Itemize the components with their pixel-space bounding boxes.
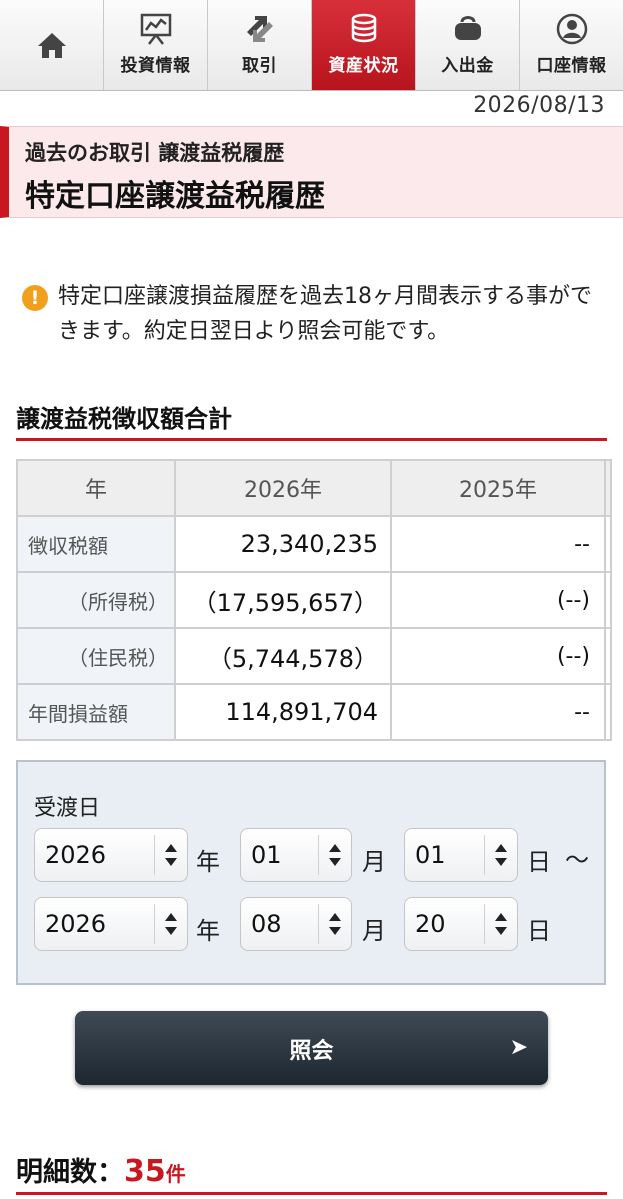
tab-label: 取引 (242, 56, 277, 76)
day-unit: 日 (527, 917, 551, 945)
tab-account-info[interactable]: 口座情報 (520, 0, 623, 90)
range-separator: 〜 (565, 846, 589, 874)
current-date: 2026/08/13 (473, 93, 605, 118)
section-divider (16, 1192, 607, 1195)
date-range-form: 受渡日 2026 年 01 月 01 日 〜 2026 年 08 月 20 日 (16, 760, 606, 985)
result-count-value: 35 (124, 1154, 166, 1189)
cell-2026: （5,744,578） (174, 627, 392, 685)
select-value: 01 (415, 841, 446, 869)
updown-arrows-icon (154, 835, 187, 875)
coin-stack-icon (351, 13, 376, 43)
month-unit: 月 (362, 848, 386, 876)
row-label: 徴収税額 (16, 515, 176, 573)
to-day-select[interactable]: 20 (404, 897, 518, 951)
row-label: （所得税） (16, 571, 176, 629)
user-icon (556, 13, 587, 45)
tax-summary-table: 年 2026年 2025年 徴収税額 23,340,235 -- （所得税） （… (16, 459, 612, 741)
row-label: 年間損益額 (16, 683, 176, 741)
trade-arrows-icon (246, 16, 273, 42)
table-row: 年間損益額 114,891,704 -- (16, 683, 612, 741)
tab-home[interactable] (0, 0, 104, 90)
wallet-icon (454, 16, 481, 40)
cell-2025: (--) (390, 627, 606, 685)
cell-overflow (604, 627, 612, 685)
cell-overflow (604, 683, 612, 741)
tab-assets[interactable]: 資産状況 (312, 0, 416, 90)
select-value: 2026 (45, 910, 107, 938)
table-row: 徴収税額 23,340,235 -- (16, 515, 612, 573)
select-value: 01 (251, 841, 282, 869)
chart-board-icon (140, 13, 171, 45)
month-unit: 月 (362, 917, 386, 945)
delivery-date-label: 受渡日 (34, 796, 101, 821)
tab-trade[interactable]: 取引 (208, 0, 312, 90)
from-month-select[interactable]: 01 (240, 828, 352, 882)
row-label: （住民税） (16, 627, 176, 685)
from-day-select[interactable]: 01 (404, 828, 518, 882)
tab-label: 入出金 (441, 56, 494, 76)
updown-arrows-icon (484, 835, 517, 875)
cell-2026: （17,595,657） (174, 571, 392, 629)
updown-arrows-icon (318, 835, 351, 875)
select-value: 08 (251, 910, 282, 938)
year-unit: 年 (196, 917, 220, 945)
cell-overflow (604, 515, 612, 573)
cell-2025: (--) (390, 571, 606, 629)
result-count-unit: 件 (165, 1162, 186, 1186)
year-unit: 年 (196, 848, 220, 876)
page-header: 過去のお取引 譲渡益税履歴 特定口座譲渡益税履歴 (0, 126, 623, 218)
tab-label: 投資情報 (120, 56, 191, 76)
cell-2026: 114,891,704 (174, 683, 392, 741)
column-header: 2026年 (174, 459, 392, 517)
column-header: 2025年 (390, 459, 606, 517)
notice-text: 特定口座譲渡損益履歴を過去18ヶ月間表示する事ができます。約定日翌日より照会可能… (58, 284, 592, 344)
tab-label: 口座情報 (536, 56, 607, 76)
exclamation-icon: ! (22, 285, 48, 311)
day-unit: 日 (527, 848, 551, 876)
section-divider (16, 438, 607, 441)
breadcrumb: 過去のお取引 譲渡益税履歴 (25, 141, 285, 165)
updown-arrows-icon (154, 904, 187, 944)
result-count: 明細数：35件 (16, 1150, 186, 1189)
table-row: （住民税） （5,744,578） (--) (16, 627, 612, 685)
cell-2025: -- (390, 683, 606, 741)
inquiry-button-label: 照会 (289, 1039, 334, 1064)
tab-label: 資産状況 (328, 56, 399, 76)
inquiry-button[interactable]: 照会 ➤ (75, 1011, 548, 1085)
to-year-select[interactable]: 2026 (34, 897, 188, 951)
column-header-overflow (604, 459, 612, 517)
table-row: （所得税） （17,595,657） (--) (16, 571, 612, 629)
cell-overflow (604, 571, 612, 629)
tab-investment-info[interactable]: 投資情報 (104, 0, 208, 90)
tab-deposit-withdraw[interactable]: 入出金 (416, 0, 520, 90)
column-header: 年 (16, 459, 176, 517)
table-header-row: 年 2026年 2025年 (16, 459, 612, 517)
select-value: 20 (415, 910, 446, 938)
home-icon (37, 33, 66, 58)
to-month-select[interactable]: 08 (240, 897, 352, 951)
from-year-select[interactable]: 2026 (34, 828, 188, 882)
section-heading: 譲渡益税徴収額合計 (16, 405, 232, 433)
result-count-label: 明細数： (16, 1157, 124, 1188)
page-title: 特定口座譲渡益税履歴 (25, 179, 325, 214)
cell-2026: 23,340,235 (174, 515, 392, 573)
top-nav: 投資情報 取引 資産状況 入出金 口座情報 (0, 0, 623, 91)
updown-arrows-icon (318, 904, 351, 944)
select-value: 2026 (45, 841, 107, 869)
updown-arrows-icon (484, 904, 517, 944)
arrow-right-icon: ➤ (509, 1035, 528, 1060)
cell-2025: -- (390, 515, 606, 573)
